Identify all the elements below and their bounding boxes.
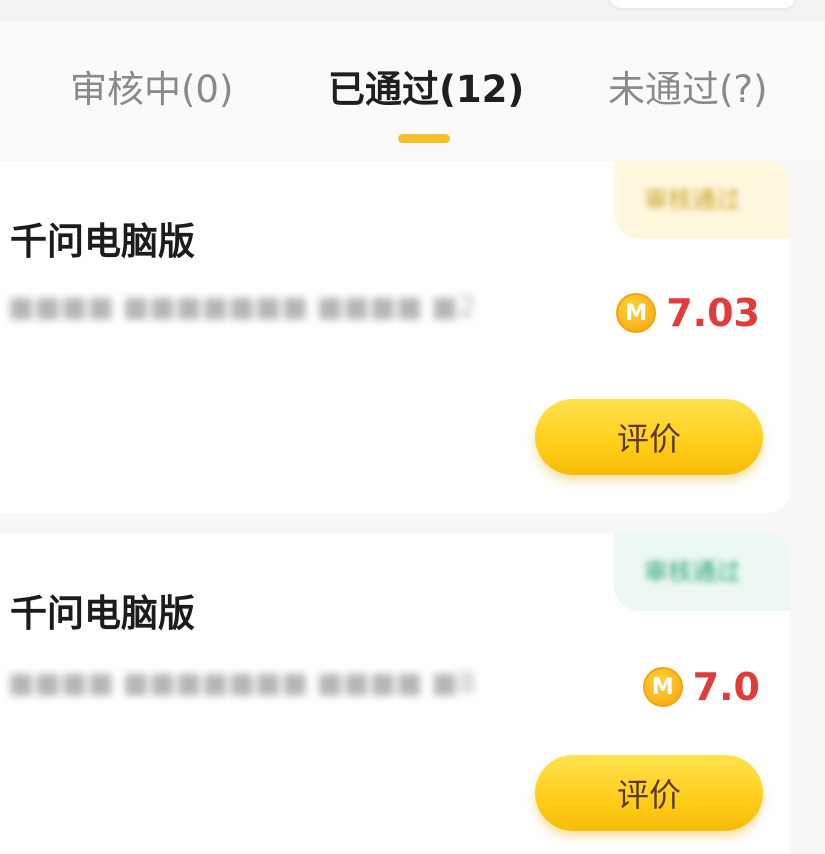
- product-name: 千问电脑版: [10, 592, 195, 635]
- status-badge-text: 审核通过: [644, 186, 740, 214]
- coin-icon: M: [616, 293, 657, 333]
- status-badge: 审核通过: [614, 161, 790, 239]
- status-badge: 审核通过: [614, 533, 790, 611]
- order-info: ■■■■ ■■■■■■■ ■■■■ ■2: [8, 290, 476, 323]
- tab-rejected[interactable]: 未通过(?): [608, 66, 768, 114]
- top-pill: [610, 0, 795, 8]
- order-card: 审核通过 千问电脑版 ■■■■ ■■■■■■■ ■■■■ ■8 M 7.0 评价: [0, 533, 790, 854]
- active-tab-indicator: [398, 134, 450, 143]
- review-button[interactable]: 评价: [535, 755, 763, 831]
- reward-amount: 7.03: [666, 291, 760, 335]
- tab-under-review[interactable]: 审核中(0): [70, 66, 233, 114]
- tab-approved[interactable]: 已通过(12): [328, 66, 524, 114]
- product-name: 千问电脑版: [10, 220, 195, 263]
- status-badge-text: 审核通过: [644, 558, 740, 586]
- order-card: 审核通过 千问电脑版 ■■■■ ■■■■■■■ ■■■■ ■2 M 7.03 评…: [0, 161, 790, 513]
- top-strip: [0, 0, 825, 22]
- review-button[interactable]: 评价: [535, 399, 763, 475]
- status-tab-bar: 审核中(0) 已通过(12) 未通过(?): [0, 22, 825, 160]
- coin-icon: M: [642, 667, 683, 707]
- reward-amount-group: M 7.03: [616, 291, 760, 335]
- reward-amount-group: M 7.0: [642, 665, 760, 709]
- reward-amount: 7.0: [692, 665, 760, 709]
- order-info: ■■■■ ■■■■■■■ ■■■■ ■8: [8, 666, 476, 699]
